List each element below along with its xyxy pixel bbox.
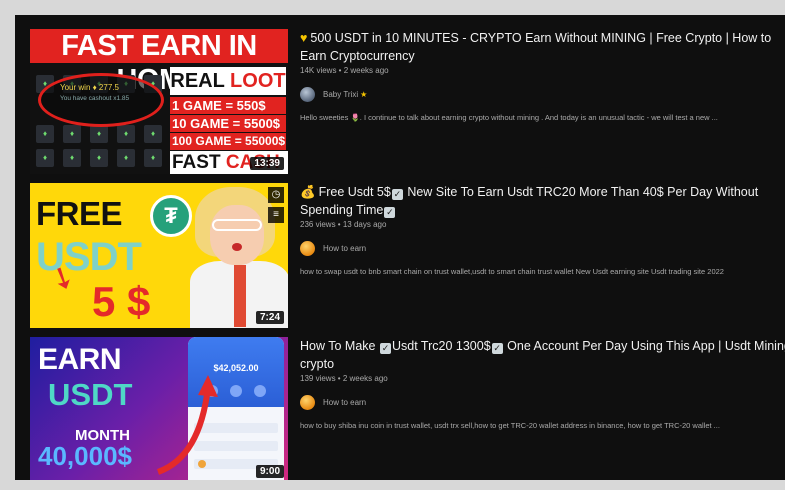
woman-face-shape [210,205,264,265]
duration-badge: 9:00 [255,465,284,478]
win-text: Your win ♦ 277.5 [60,83,119,92]
video-title[interactable]: 💰 Free Usdt 5$ ✓ New Site To Earn Usdt TRC… [300,183,785,219]
grid-cell: ♦ [144,125,162,143]
watch-later-icon[interactable]: ◷ [268,187,284,203]
channel-name[interactable]: How to earn [323,244,366,253]
thumb-amount-text: 40,000$ [38,441,132,471]
channel-name[interactable]: How to earn [323,398,366,407]
add-to-queue-icon[interactable]: ≡ [268,207,284,223]
video-thumbnail[interactable]: FREE ₮ USDT ➘ 5 $ ◷ ≡ 7:24 [30,183,288,328]
title-part: Usdt Trc20 1300$ [391,339,491,353]
video-meta: 139 views • 2 weeks ago [300,374,388,383]
loot-word-1: REAL [170,70,225,92]
grid-cell: ♦ [144,149,162,167]
video-description: how to swap usdt to bnb smart chain on t… [300,267,724,276]
thumb-earn-text: EARN [38,343,122,376]
thumb-banner-text: FAST EARN IN HOME [30,29,288,96]
channel-row[interactable]: How to earn [300,240,785,256]
video-thumbnail[interactable]: EARN USDT MONTH 40,000$ $42,052.00 9:00 [30,337,288,480]
duration-badge: 7:24 [255,311,284,324]
thumb-amount-text: 5 $ [92,278,151,325]
channel-row[interactable]: How to earn [300,394,785,410]
cashout-text: You have cashout x1.85 [60,95,130,102]
channel-avatar[interactable] [300,394,315,410]
video-results-panel: FAST EARN IN HOME ♦ ♦ ♦ ♦ ♦ ♦ ♦ ♦ ♦ ♦ ♦ … [15,15,785,480]
thumb-usdt-text: USDT [48,377,133,412]
woman-glasses-shape [212,219,262,231]
check-box-icon: ✓ [491,343,503,354]
thumb-free-text: FREE [36,195,123,232]
title-part: How To Make [300,339,376,353]
loot-word-2: LOOT [230,70,286,92]
channel-avatar[interactable] [300,86,315,102]
phone-action-icon [254,385,266,397]
title-part: Free Usdt 5$ [318,185,391,199]
video-thumbnail[interactable]: FAST EARN IN HOME ♦ ♦ ♦ ♦ ♦ ♦ ♦ ♦ ♦ ♦ ♦ … [30,29,288,174]
grid-cell: ♦ [117,149,135,167]
grid-cell: ♦ [63,125,81,143]
video-result-3[interactable]: EARN USDT MONTH 40,000$ $42,052.00 9:00 [30,337,785,480]
game-line: 100 GAME = 55000$ [170,133,286,150]
video-info: How To Make ✓ Usdt Trc20 1300$ ✓ One Accou… [300,337,785,430]
check-box-icon: ✓ [391,189,403,200]
video-description: Hello sweeties 🌷. I continue to talk abo… [300,113,718,122]
video-meta: 236 views • 13 days ago [300,220,387,229]
video-result-1[interactable]: FAST EARN IN HOME ♦ ♦ ♦ ♦ ♦ ♦ ♦ ♦ ♦ ♦ ♦ … [30,29,785,174]
tether-logo-icon: ₮ [150,195,192,237]
grid-cell: ♦ [117,125,135,143]
video-title[interactable]: How To Make ✓ Usdt Trc20 1300$ ✓ One Accou… [300,337,785,373]
duration-badge: 13:39 [250,157,284,170]
video-info: ♥ 500 USDT in 10 MINUTES - CRYPTO Earn Wi… [300,29,785,122]
check-box-icon: ✓ [379,343,391,354]
woman-tie-shape [234,265,246,327]
video-title[interactable]: ♥ 500 USDT in 10 MINUTES - CRYPTO Earn Wi… [300,29,785,65]
grid-cell: ♦ [63,149,81,167]
channel-avatar[interactable] [300,240,315,256]
grid-cell: ♦ [36,125,54,143]
fast-word: FAST [172,152,221,173]
phone-action-icon [230,385,242,397]
money-bag-icon: 💰 [300,185,316,199]
game-line: 1 GAME = 550$ [170,97,286,114]
red-arrow-icon [156,375,218,475]
yellow-heart-icon: ♥ [300,31,308,45]
video-info: 💰 Free Usdt 5$ ✓ New Site To Earn Usdt TRC… [300,183,785,276]
grid-cell: ♦ [90,149,108,167]
woman-mouth-shape [232,243,242,251]
video-description: how to buy shiba inu coin in trust walle… [300,421,720,430]
channel-name[interactable]: Baby Trixi [323,90,358,99]
loot-label: REAL LOOT [170,67,286,95]
channel-row[interactable]: Baby Trixi ★ [300,86,785,102]
video-title-text: 500 USDT in 10 MINUTES - CRYPTO Earn Wit… [300,31,772,63]
game-line: 10 GAME = 5500$ [170,115,286,132]
check-box-icon: ✓ [384,207,396,218]
star-icon: ★ [360,89,368,99]
video-meta: 14K views • 2 weeks ago [300,66,389,75]
video-result-2[interactable]: FREE ₮ USDT ➘ 5 $ ◷ ≡ 7:24 💰 Free Usdt 5$… [30,183,785,328]
grid-cell: ♦ [90,125,108,143]
grid-cell: ♦ [36,149,54,167]
